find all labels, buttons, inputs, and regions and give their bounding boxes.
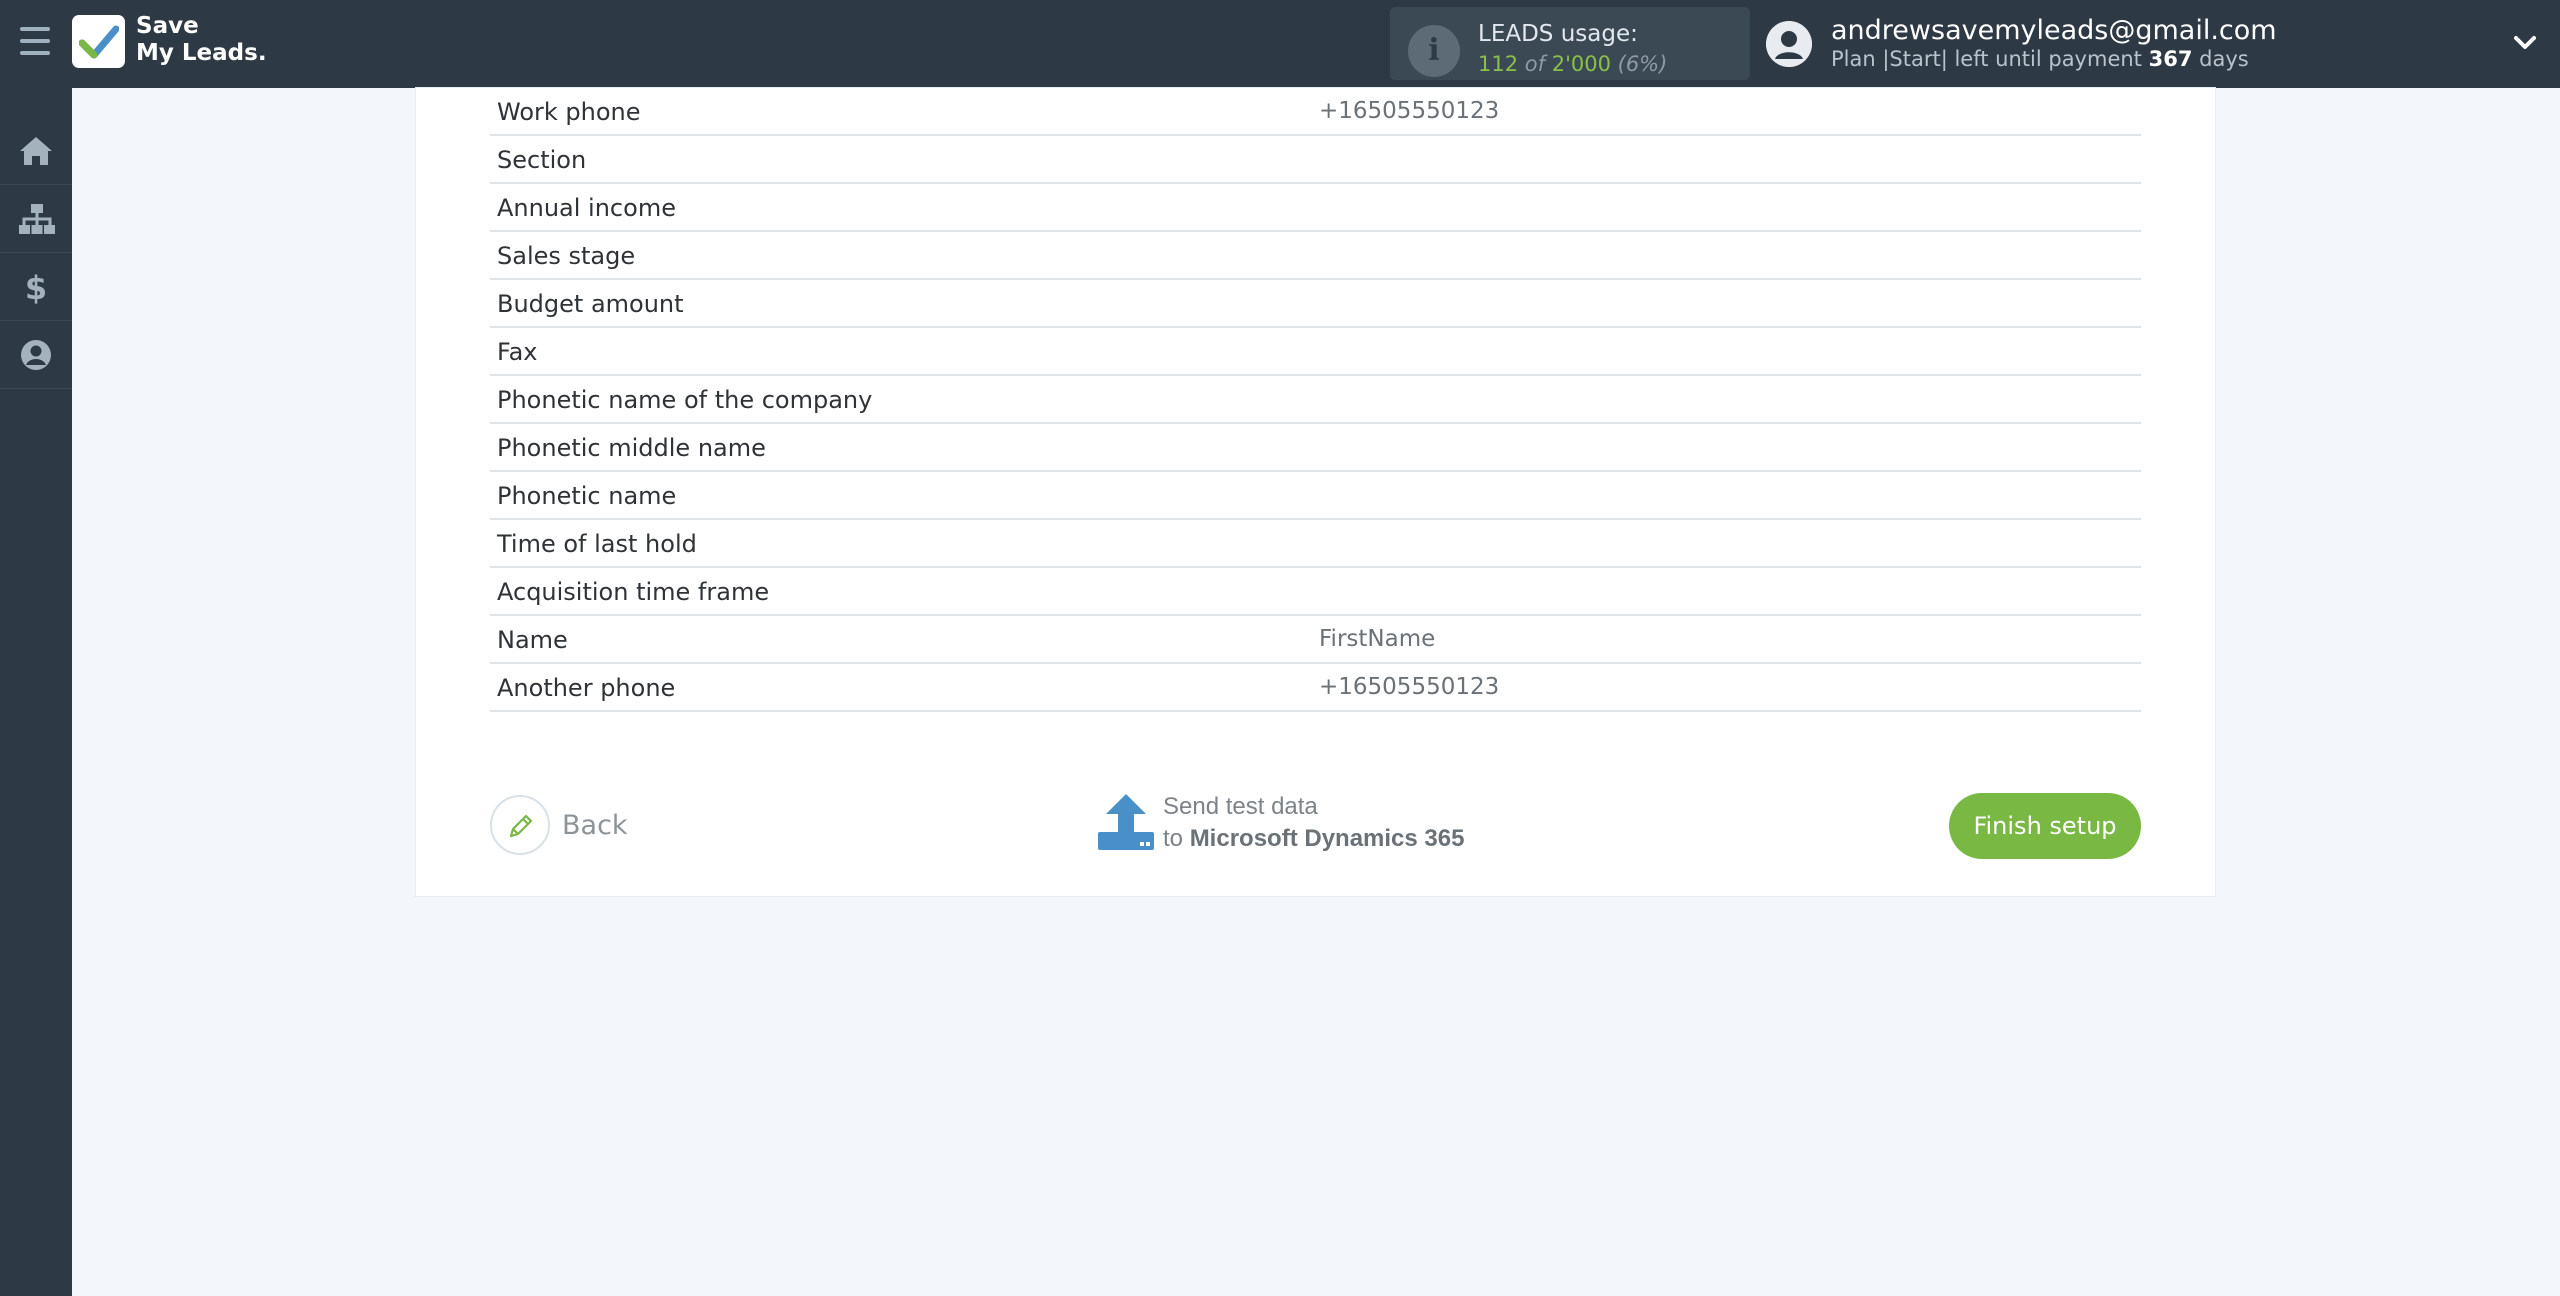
back-button-circle xyxy=(490,795,550,855)
logo-line-1: Save xyxy=(136,13,199,39)
field-name: Phonetic middle name xyxy=(497,434,766,462)
table-row: Sales stage xyxy=(490,232,2141,280)
usage-percent: (6%) xyxy=(1617,52,1668,76)
dollar-icon: $ xyxy=(25,270,47,304)
logo-text[interactable]: Save My Leads. xyxy=(136,13,267,67)
table-row: Acquisition time frame xyxy=(490,568,2141,616)
user-circle-icon xyxy=(21,340,51,370)
user-email[interactable]: andrewsavemyleads@gmail.com xyxy=(1831,15,2277,46)
field-name: Name xyxy=(497,626,568,654)
plan-text: Plan |Start| left until payment xyxy=(1831,47,2142,71)
send-to: to xyxy=(1163,825,1184,852)
table-row: Phonetic name of the company xyxy=(490,376,2141,424)
field-name: Sales stage xyxy=(497,242,636,270)
chevron-down-icon[interactable] xyxy=(2512,30,2538,61)
plan-days: 367 xyxy=(2148,47,2193,71)
upload-icon xyxy=(1098,794,1154,850)
sidebar-item-home[interactable] xyxy=(0,116,72,185)
top-bar: Save My Leads. i LEADS usage: 112 of 2'0… xyxy=(0,0,2560,88)
svg-text:$: $ xyxy=(25,270,47,304)
table-row: Name FirstName xyxy=(490,616,2141,664)
usage-total: 2'000 xyxy=(1551,52,1611,76)
field-name: Another phone xyxy=(497,674,676,702)
field-name: Phonetic name of the company xyxy=(497,386,873,414)
table-row: Section xyxy=(490,136,2141,184)
usage-count: 112 of 2'000 (6%) xyxy=(1478,52,1667,76)
avatar[interactable] xyxy=(1766,21,1812,67)
back-button-label: Back xyxy=(562,810,628,841)
send-test-data-button[interactable]: Send test data to Microsoft Dynamics 365 xyxy=(1096,790,1496,860)
fields-table: Work phone +16505550123 Section Annual inco… xyxy=(490,88,2141,712)
field-value: +16505550123 xyxy=(1319,98,1500,124)
field-name: Acquisition time frame xyxy=(497,578,770,606)
send-line-1: Send test data xyxy=(1163,793,1318,820)
table-row: Work phone +16505550123 xyxy=(490,88,2141,136)
logo-line-2: My Leads. xyxy=(136,40,267,66)
home-icon xyxy=(20,137,52,165)
field-name: Budget amount xyxy=(497,290,684,318)
plan-days-suffix: days xyxy=(2199,47,2249,71)
main-card: Work phone +16505550123 Section Annual inco… xyxy=(416,88,2215,896)
field-name: Work phone xyxy=(497,98,641,126)
table-row: Annual income xyxy=(490,184,2141,232)
table-row: Time of last hold xyxy=(490,520,2141,568)
logo-icon[interactable] xyxy=(72,15,125,68)
user-plan: Plan |Start| left until payment 367 days xyxy=(1831,47,2249,71)
usage-used: 112 xyxy=(1478,52,1519,76)
field-name: Time of last hold xyxy=(497,530,697,558)
pencil-icon xyxy=(509,814,533,838)
sidebar-item-account[interactable] xyxy=(0,320,72,389)
table-row: Budget amount xyxy=(490,280,2141,328)
finish-setup-button[interactable]: Finish setup xyxy=(1949,793,2141,859)
field-name: Fax xyxy=(497,338,538,366)
send-target: Microsoft Dynamics 365 xyxy=(1189,825,1465,852)
field-name: Section xyxy=(497,146,587,174)
sidebar: $ xyxy=(0,88,72,1296)
table-row: Phonetic name xyxy=(490,472,2141,520)
field-value: FirstName xyxy=(1319,626,1436,652)
table-row: Phonetic middle name xyxy=(490,424,2141,472)
table-row: Fax xyxy=(490,328,2141,376)
send-line-2: to Microsoft Dynamics 365 xyxy=(1163,825,1464,853)
table-row: Another phone +16505550123 xyxy=(490,664,2141,712)
sidebar-item-billing[interactable]: $ xyxy=(0,252,72,321)
action-row: Back Send test data to Microsoft Dynamic… xyxy=(490,790,2141,860)
sidebar-item-connections[interactable] xyxy=(0,184,72,253)
usage-title: LEADS usage: xyxy=(1478,21,1638,47)
info-icon[interactable]: i xyxy=(1408,25,1460,77)
field-value: +16505550123 xyxy=(1319,674,1500,700)
field-name: Phonetic name xyxy=(497,482,677,510)
field-name: Annual income xyxy=(497,194,676,222)
usage-of: of xyxy=(1524,52,1546,76)
menu-icon[interactable] xyxy=(20,27,50,59)
leads-usage-panel: i LEADS usage: 112 of 2'000 (6%) xyxy=(1390,7,1750,80)
sitemap-icon xyxy=(19,204,55,234)
